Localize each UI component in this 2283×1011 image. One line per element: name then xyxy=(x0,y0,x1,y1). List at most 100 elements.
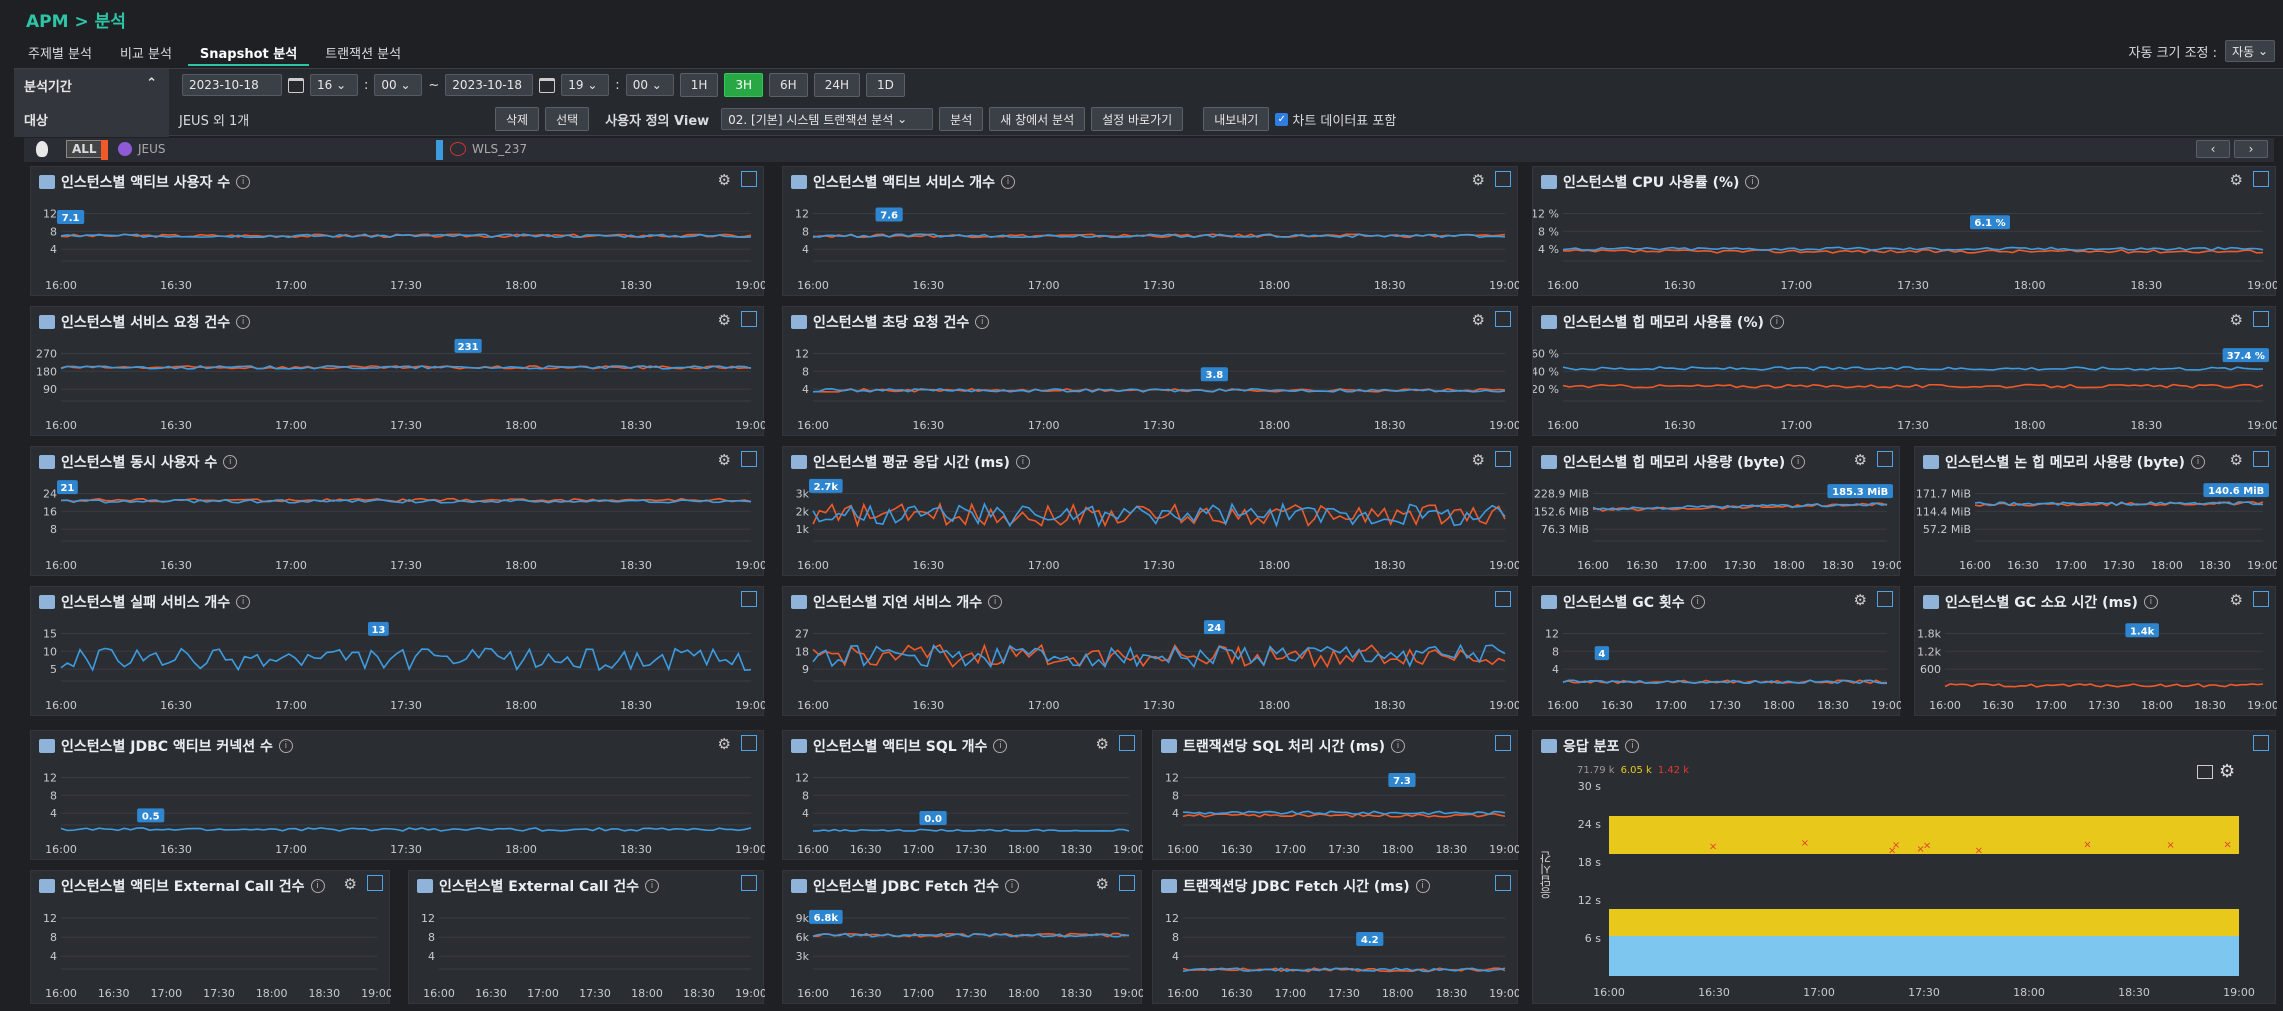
y-tick-label: 4 xyxy=(802,383,809,396)
end-hour-select[interactable]: 19 ⌄ xyxy=(561,74,610,96)
range-1h-button[interactable]: 1H xyxy=(679,73,719,97)
end-date-input[interactable]: 2023-10-18 xyxy=(445,74,534,96)
x-tick-label: 18:00 xyxy=(1258,699,1290,712)
x-tick-label: 18:30 xyxy=(1817,699,1849,712)
range-6h-button[interactable]: 6H xyxy=(769,73,808,97)
y-tick-label: 270 xyxy=(36,347,57,360)
scatter-plot[interactable]: 30 s 24 s 18 s 12 s 6 s 16:00 16:30 17:00 17:30 1… xyxy=(1533,731,2277,1005)
tab-compare[interactable]: 비교 분석 xyxy=(108,40,184,66)
legend-all-button[interactable]: ALL xyxy=(66,140,103,158)
y-tick-label: 8 xyxy=(50,523,57,536)
x-tick-label: 16:30 xyxy=(1982,699,2014,712)
end-min-select[interactable]: 00 ⌄ xyxy=(625,74,674,96)
shortcut-button[interactable]: 설정 바로가기 xyxy=(1091,107,1184,131)
y-tick-label: 12 % xyxy=(1533,207,1559,220)
line-chart[interactable]: 12 8 4 16:00 16:30 17:00 17:30 18:00 18:30 19:00 xyxy=(31,871,391,1005)
tab-transaction[interactable]: 트랜잭션 분석 xyxy=(313,40,413,66)
new-window-button[interactable]: 새 창에서 분석 xyxy=(989,107,1086,131)
range-3h-button[interactable]: 3H xyxy=(724,73,764,97)
lightbulb-icon[interactable] xyxy=(36,141,48,157)
line-chart[interactable]: 12 8 4 16:00 16:30 17:00 17:30 18:00 18:30 19:00 7… xyxy=(783,167,1519,297)
x-tick-label: 16:00 xyxy=(45,419,77,432)
x-tick-label: 16:30 xyxy=(160,699,192,712)
tab-topic[interactable]: 주제별 분석 xyxy=(16,40,104,66)
calendar-icon[interactable] xyxy=(288,77,304,93)
x-tick-label: 17:30 xyxy=(390,279,422,292)
x-tick-label: 16:00 xyxy=(1593,986,1625,999)
analyze-button[interactable]: 분석 xyxy=(939,107,984,131)
x-tick-label: 16:00 xyxy=(1167,987,1199,1000)
x-tick-label: 17:30 xyxy=(1143,279,1175,292)
breadcrumb: APM > 분석 xyxy=(26,12,126,32)
end-min-value: 00 xyxy=(632,78,648,92)
chart-panel: 인스턴스별 액티브 사용자 수i ⚙ 12 8 4 16:00 16:30 17:00 17:… xyxy=(30,166,765,297)
y-tick-label: 9 xyxy=(802,663,809,676)
autosize-select[interactable]: 자동 ⌄ xyxy=(2225,40,2275,62)
peak-badge-label: 231 xyxy=(458,342,479,353)
x-tick-label: 19:00 xyxy=(1489,559,1519,572)
line-chart[interactable]: 12 8 4 16:00 16:30 17:00 17:30 18:00 18:30 19:00 xyxy=(409,871,765,1005)
checkbox-checked-icon[interactable]: ✓ xyxy=(1275,112,1289,126)
x-tick-label: 17:30 xyxy=(390,699,422,712)
start-min-value: 00 xyxy=(381,78,397,92)
y-tick-label: 3k xyxy=(796,950,810,963)
range-24h-button[interactable]: 24H xyxy=(813,73,860,97)
range-1d-button[interactable]: 1D xyxy=(866,73,905,97)
autosize-value: 자동 xyxy=(2232,44,2255,59)
line-chart[interactable]: 228.9 MiB 152.6 MiB 76.3 MiB 16:00 16:30 17:0… xyxy=(1533,447,1901,577)
x-tick-label: 17:30 xyxy=(1328,843,1360,856)
x-tick-label: 16:30 xyxy=(912,419,944,432)
delete-button[interactable]: 삭제 xyxy=(495,107,540,131)
line-chart[interactable]: 270 180 90 16:00 16:30 17:00 17:30 18:00 18:30 19… xyxy=(31,307,765,437)
export-button[interactable]: 내보내기 xyxy=(1203,107,1270,131)
x-tick-label: 16:30 xyxy=(475,987,507,1000)
y-tick-label: 12 s xyxy=(1578,894,1601,907)
x-tick-label: 19:00 xyxy=(1489,419,1519,432)
line-chart[interactable]: 9k 6k 3k 16:00 16:30 17:00 17:30 18:00 18:30 19:0… xyxy=(783,871,1143,1005)
legend-next-button[interactable]: › xyxy=(2234,140,2268,158)
peak-badge-label: 0.0 xyxy=(924,814,942,825)
x-tick-label: 16:30 xyxy=(1221,843,1253,856)
include-chart-option[interactable]: ✓ 차트 데이터표 포함 xyxy=(1275,110,1396,129)
line-chart[interactable]: 60 % 40 % 20 % 16:00 16:30 17:00 17:30 18:00 18:… xyxy=(1533,307,2277,437)
peak-badge-label: 13 xyxy=(371,625,385,636)
x-tick-label: 19:00 xyxy=(1489,843,1519,856)
y-tick-label: 12 xyxy=(795,771,809,784)
start-date-input[interactable]: 2023-10-18 xyxy=(182,74,282,96)
x-tick-label: 18:00 xyxy=(1382,843,1414,856)
line-chart[interactable]: 15 10 5 16:00 16:30 17:00 17:30 18:00 18:30 19:00… xyxy=(31,587,765,717)
line-chart[interactable]: 12 8 4 16:00 16:30 17:00 17:30 18:00 18:30 19:00 3… xyxy=(783,307,1519,437)
include-chart-label: 차트 데이터표 포함 xyxy=(1292,113,1397,129)
line-chart[interactable]: 24 16 8 16:00 16:30 17:00 17:30 18:00 18:30 19:00… xyxy=(31,447,765,577)
line-chart[interactable]: 12 8 4 16:00 16:30 17:00 17:30 18:00 18:30 19:00 0… xyxy=(783,731,1143,861)
peak-badge: 0.0 xyxy=(919,810,947,825)
peak-badge: 140.6 MiB xyxy=(2203,483,2269,498)
line-chart[interactable]: 12 % 8 % 4 % 16:00 16:30 17:00 17:30 18:00 18:30… xyxy=(1533,167,2277,297)
chart-panel: 인스턴스별 액티브 서비스 개수 i ⚙ 12 8 4 16:00 16:30 17:00 17… xyxy=(782,166,1519,297)
legend-item-jeus[interactable]: JEUS xyxy=(138,142,166,156)
period-label[interactable]: 분석기간 ⌃ xyxy=(14,69,169,103)
line-chart[interactable]: 12 8 4 16:00 16:30 17:00 17:30 18:00 18:30 19:00 0… xyxy=(31,731,765,861)
tab-snapshot[interactable]: Snapshot 분석 xyxy=(187,40,310,66)
line-chart[interactable]: 12 8 4 16:00 16:30 17:00 17:30 18:00 18:30 19:00 7… xyxy=(31,167,765,297)
calendar-icon[interactable] xyxy=(539,77,556,93)
view-select[interactable]: 02. [기본] 시스템 트랜잭션 분석 ⌄ xyxy=(721,108,934,130)
legend-prev-button[interactable]: ‹ xyxy=(2196,140,2230,158)
start-min-select[interactable]: 00 ⌄ xyxy=(374,74,423,96)
line-chart[interactable]: 1.8k 1.2k 600 16:00 16:30 17:00 17:30 18:00 18:3… xyxy=(1915,587,2277,717)
legend-item-wls[interactable]: WLS_237 xyxy=(472,142,527,156)
y-tick-label: 9k xyxy=(796,912,810,925)
line-chart[interactable]: 171.7 MiB 114.4 MiB 57.2 MiB 16:00 16:30 17:0… xyxy=(1915,447,2277,577)
x-tick-label: 16:00 xyxy=(45,559,77,572)
peak-badge: 7.3 xyxy=(1388,773,1416,788)
chart-panel: 인스턴스별 GC 횟수 i ⚙ 12 8 4 16:00 16:30 17:00 17:30 18… xyxy=(1532,586,1901,717)
select-button[interactable]: 선택 xyxy=(545,107,590,131)
line-chart[interactable]: 3k 2k 1k 16:00 16:30 17:00 17:30 18:00 18:30 19:0… xyxy=(783,447,1519,577)
line-chart[interactable]: 12 8 4 16:00 16:30 17:00 17:30 18:00 18:30 19:00 7… xyxy=(1153,731,1519,861)
line-chart[interactable]: 12 8 4 16:00 16:30 17:00 17:30 18:00 18:30 19:00 4… xyxy=(1153,871,1519,1005)
x-tick-label: 18:30 xyxy=(1060,987,1092,1000)
start-hour-select[interactable]: 16 ⌄ xyxy=(310,74,358,96)
line-chart[interactable]: 12 8 4 16:00 16:30 17:00 17:30 18:00 18:30 19:00 4 xyxy=(1533,587,1901,717)
line-chart[interactable]: 27 18 9 16:00 16:30 17:00 17:30 18:00 18:30 19:00… xyxy=(783,587,1519,717)
x-tick-label: 16:30 xyxy=(912,699,944,712)
